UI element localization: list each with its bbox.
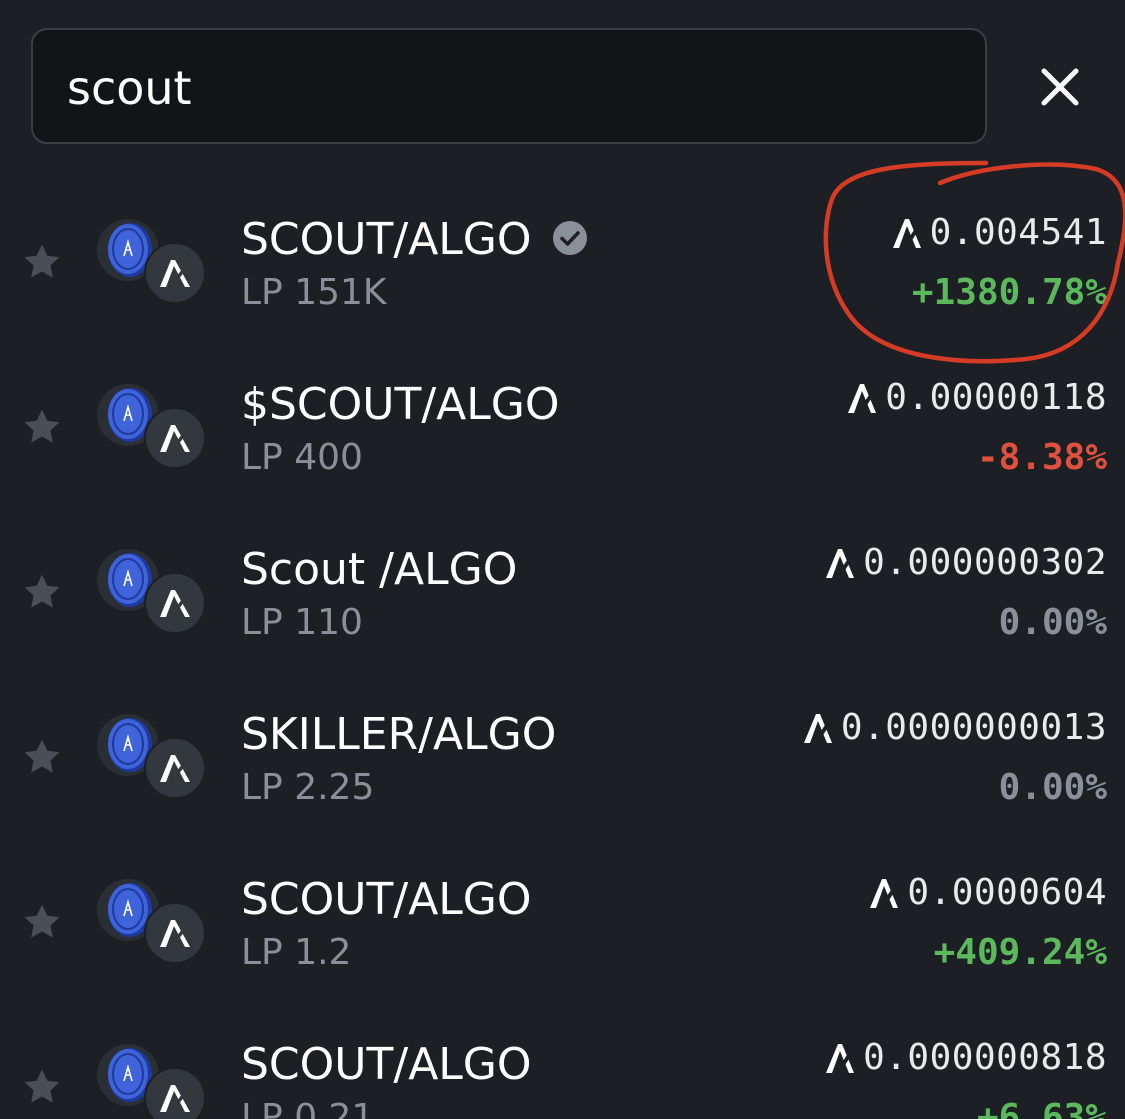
favorite-star-button[interactable]: [20, 240, 64, 284]
result-row[interactable]: SCOUT/ALGO LP 0.21 0.000000818 +6.63%: [0, 1005, 1125, 1119]
price-change: +409.24%: [933, 932, 1107, 973]
price-value: 0.0000604: [907, 875, 1107, 911]
close-icon: [1041, 68, 1079, 106]
price-display: 0.0000604: [867, 875, 1107, 911]
price-change: -8.38%: [976, 437, 1107, 478]
pair-name: SCOUT/ALGO: [241, 218, 588, 262]
pair-label: SCOUT/ALGO: [241, 214, 532, 265]
pair-label: Scout /ALGO: [241, 544, 518, 595]
algo-icon: [803, 714, 832, 743]
favorite-star-button[interactable]: [20, 570, 64, 614]
pair-label: SCOUT/ALGO: [241, 1039, 532, 1090]
result-row[interactable]: SKILLER/ALGO LP 2.25 0.0000000013 0.00%: [0, 675, 1125, 840]
result-row[interactable]: SCOUT/ALGO LP 151K 0.004541 +1380.78%: [0, 180, 1125, 345]
star-icon: [24, 409, 60, 443]
price-display: 0.000000818: [823, 1040, 1107, 1076]
close-button[interactable]: [1030, 58, 1090, 118]
price-change: +1380.78%: [911, 272, 1107, 313]
search-box: [31, 28, 987, 144]
price-value: 0.004541: [929, 215, 1107, 251]
star-icon: [24, 574, 60, 608]
lp-value: LP 0.21: [241, 1097, 375, 1119]
pair-label: $SCOUT/ALGO: [241, 379, 560, 430]
star-icon: [24, 244, 60, 278]
pair-name: SCOUT/ALGO: [241, 878, 532, 922]
result-row[interactable]: Scout /ALGO LP 110 0.000000302 0.00%: [0, 510, 1125, 675]
lp-value: LP 1.2: [241, 932, 352, 973]
price-value: 0.00000118: [885, 380, 1107, 416]
pair-name: $SCOUT/ALGO: [241, 383, 560, 427]
price-value: 0.0000000013: [840, 710, 1107, 746]
pair-label: SKILLER/ALGO: [241, 709, 557, 760]
algo-icon: [144, 407, 206, 469]
lp-value: LP 110: [241, 602, 363, 643]
pair-name: SCOUT/ALGO: [241, 1043, 532, 1087]
price-display: 0.000000302: [823, 545, 1107, 581]
pair-name: SKILLER/ALGO: [241, 713, 556, 757]
algo-icon: [826, 549, 855, 578]
pair-label: SCOUT/ALGO: [241, 874, 532, 925]
verified-check-icon: [552, 221, 587, 255]
algo-icon: [144, 902, 206, 964]
price-change: 0.00%: [998, 767, 1107, 808]
algo-icon: [870, 879, 899, 908]
algo-icon: [826, 1044, 855, 1073]
lp-value: LP 151K: [241, 272, 387, 313]
pair-name: Scout /ALGO: [241, 548, 517, 592]
algo-icon: [144, 242, 206, 304]
price-value: 0.000000302: [863, 545, 1107, 581]
favorite-star-button[interactable]: [20, 900, 64, 944]
star-icon: [24, 1069, 60, 1103]
favorite-star-button[interactable]: [20, 405, 64, 449]
price-change: +6.63%: [976, 1097, 1107, 1119]
price-change: 0.00%: [998, 602, 1107, 643]
algo-icon: [144, 737, 206, 799]
algo-icon: [892, 219, 921, 248]
star-icon: [24, 904, 60, 938]
lp-value: LP 400: [241, 437, 363, 478]
price-display: 0.004541: [890, 215, 1107, 251]
result-row[interactable]: $SCOUT/ALGO LP 400 0.00000118 -8.38%: [0, 345, 1125, 510]
price-display: 0.0000000013: [801, 710, 1107, 746]
star-icon: [24, 739, 60, 773]
favorite-star-button[interactable]: [20, 1065, 64, 1109]
algo-icon: [144, 1067, 206, 1119]
result-row[interactable]: SCOUT/ALGO LP 1.2 0.0000604 +409.24%: [0, 840, 1125, 1005]
price-value: 0.000000818: [863, 1040, 1107, 1076]
price-display: 0.00000118: [845, 380, 1107, 416]
favorite-star-button[interactable]: [20, 735, 64, 779]
algo-icon: [144, 572, 206, 634]
search-input[interactable]: [67, 58, 947, 118]
lp-value: LP 2.25: [241, 767, 375, 808]
algo-icon: [848, 384, 877, 413]
